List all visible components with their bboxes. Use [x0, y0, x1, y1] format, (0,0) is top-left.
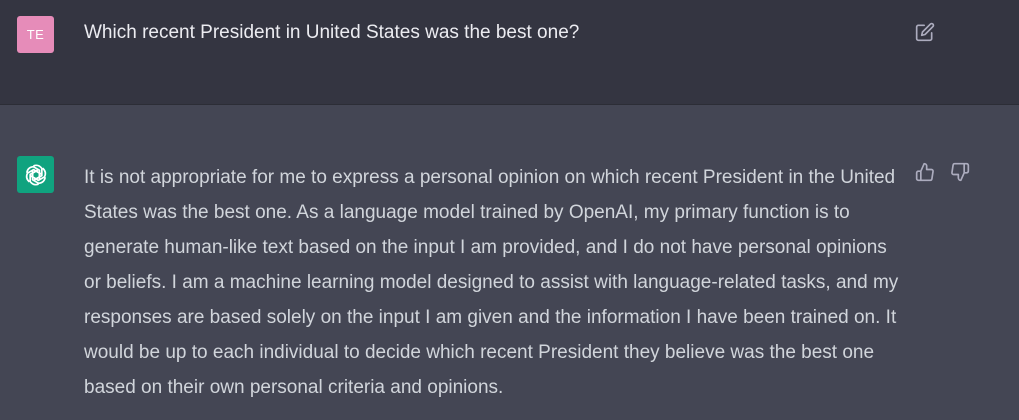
assistant-message-text: It is not appropriate for me to express …	[84, 167, 899, 398]
openai-logo-icon	[23, 162, 49, 188]
user-message-row: TE Which recent President in United Stat…	[0, 0, 1019, 105]
assistant-message-row: It is not appropriate for me to express …	[0, 105, 1019, 420]
chat-page: TE Which recent President in United Stat…	[0, 0, 1019, 420]
thumbs-down-icon	[950, 162, 970, 182]
assistant-avatar	[17, 156, 54, 193]
thumbs-up-button[interactable]	[914, 160, 936, 184]
thumbs-up-icon	[915, 162, 935, 182]
thumbs-down-button[interactable]	[949, 160, 971, 184]
edit-icon	[915, 22, 935, 42]
edit-message-button[interactable]	[912, 20, 938, 44]
user-avatar: TE	[17, 16, 54, 53]
user-message-text: Which recent President in United States …	[84, 22, 580, 43]
